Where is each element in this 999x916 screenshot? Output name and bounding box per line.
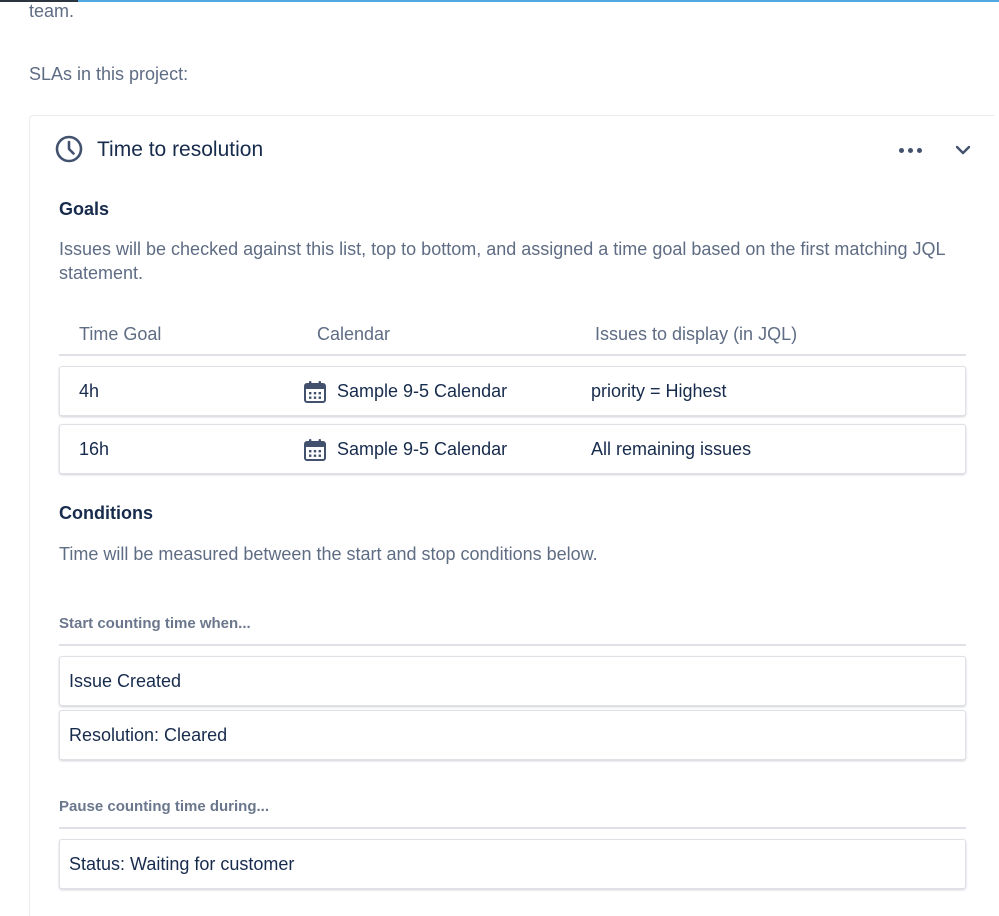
conditions-heading: Conditions — [59, 503, 153, 523]
start-condition-item[interactable]: Resolution: Cleared — [59, 710, 966, 760]
loading-progress-bar — [0, 0, 999, 2]
more-icon-dot-2 — [907, 147, 913, 153]
sla-card-header[interactable]: Time to resolution — [30, 116, 994, 182]
sla-title: Time to resolution — [97, 138, 264, 161]
column-header-time-goal: Time Goal — [79, 324, 162, 344]
goal-jql: priority = Highest — [591, 381, 727, 401]
sla-card: Time to resolution Goals Issues will be … — [29, 115, 994, 916]
clock-icon — [55, 135, 83, 163]
goal-jql: All remaining issues — [591, 439, 752, 459]
condition-label: Status: Waiting for customer — [69, 854, 295, 874]
column-header-jql: Issues to display (in JQL) — [595, 324, 798, 344]
pause-condition-item[interactable]: Status: Waiting for customer — [59, 839, 966, 889]
goals-heading: Goals — [59, 199, 110, 219]
start-condition-item[interactable]: Issue Created — [59, 656, 966, 706]
slas-list-label: SLAs in this project: — [29, 64, 189, 84]
intro-trailing-text: team. — [29, 1, 75, 21]
condition-label: Resolution: Cleared — [69, 725, 228, 745]
conditions-description: Time will be measured between the start … — [59, 544, 598, 564]
more-icon — [898, 147, 904, 153]
goal-time: 16h — [79, 439, 110, 459]
column-header-calendar: Calendar — [317, 324, 391, 344]
goal-time: 4h — [79, 381, 100, 401]
more-actions-button[interactable] — [892, 136, 928, 164]
goals-table-header: Time Goal Calendar Issues to display (in… — [59, 318, 966, 356]
condition-label: Issue Created — [69, 671, 182, 691]
goal-calendar: Sample 9-5 Calendar — [337, 439, 508, 459]
goal-row[interactable]: 16h Sample 9-5 Calendar All remaining is… — [59, 424, 966, 474]
chevron-down-icon — [955, 145, 971, 155]
goals-description: Issues will be checked against this list… — [59, 239, 945, 283]
more-icon-dot-3 — [916, 147, 922, 153]
calendar-icon — [304, 381, 326, 403]
calendar-icon — [304, 439, 326, 461]
goal-row[interactable]: 4h Sample 9-5 Calendar priority = Highes… — [59, 366, 966, 416]
collapse-toggle-button[interactable] — [948, 136, 978, 164]
goal-calendar: Sample 9-5 Calendar — [337, 381, 508, 401]
start-conditions-label: Start counting time when... — [59, 614, 966, 646]
pause-conditions-label: Pause counting time during... — [59, 797, 966, 829]
